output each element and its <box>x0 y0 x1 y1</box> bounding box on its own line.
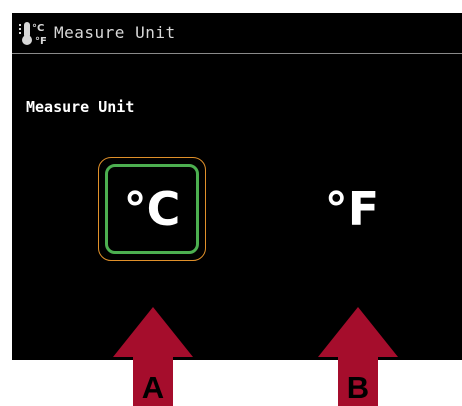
celsius-label: °C <box>123 182 181 236</box>
svg-text:°C: °C <box>32 23 44 34</box>
callout-label-b: B <box>346 370 370 405</box>
callout-arrow-b: B <box>318 307 398 406</box>
header-bar: °C °F Measure Unit <box>12 13 462 54</box>
fahrenheit-option[interactable]: °F <box>298 157 406 261</box>
callout-label-a: A <box>141 370 165 405</box>
callout-arrow-a: A <box>113 307 193 406</box>
thermometer-celsius-fahrenheit-icon: °C °F <box>19 22 47 46</box>
svg-text:°F: °F <box>35 36 47 46</box>
fahrenheit-label: °F <box>324 182 380 236</box>
section-label: Measure Unit <box>26 98 135 116</box>
header-title: Measure Unit <box>54 23 176 42</box>
celsius-option[interactable]: °C <box>98 157 206 261</box>
